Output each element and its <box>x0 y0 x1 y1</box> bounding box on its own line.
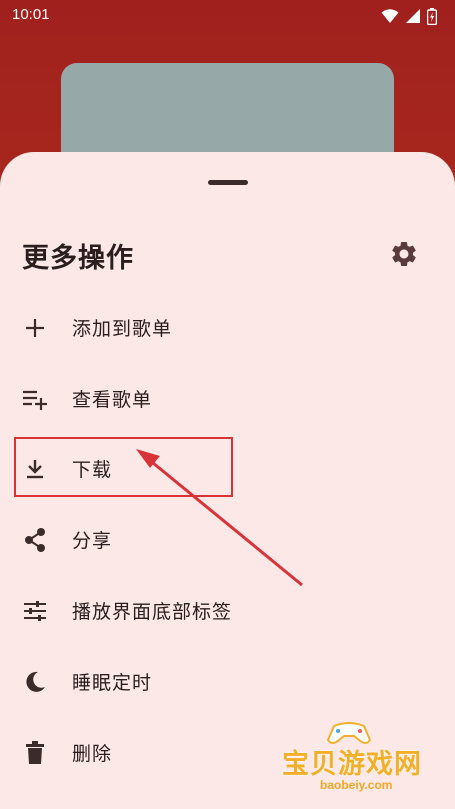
watermark-name: 宝贝游戏网 <box>282 749 422 780</box>
annotation-arrow <box>136 449 303 587</box>
watermark-url: baobeiy.com <box>320 778 393 792</box>
watermark: 宝贝游戏网 baobeiy.com <box>276 720 426 802</box>
